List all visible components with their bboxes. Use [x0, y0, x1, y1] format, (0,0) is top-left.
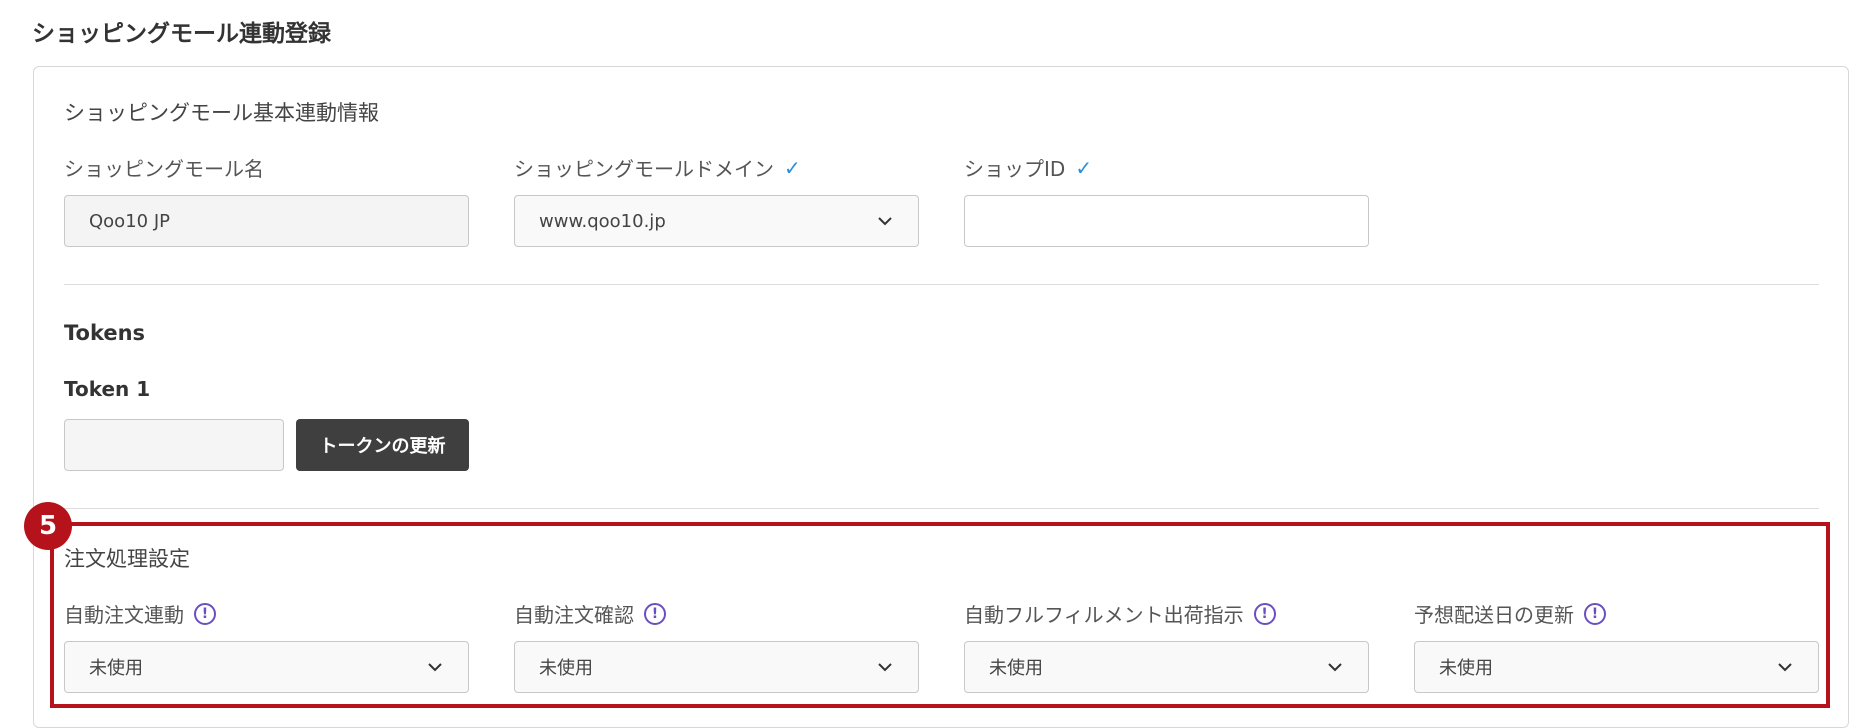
shop-id-input[interactable]	[964, 195, 1369, 247]
check-icon: ✓	[784, 155, 801, 180]
shop-id-label-text: ショップID	[964, 157, 1066, 181]
check-icon: ✓	[1075, 155, 1093, 180]
tokens-section-title: Tokens	[64, 321, 146, 345]
step-badge: 5	[24, 502, 72, 550]
divider	[64, 508, 1819, 509]
token1-label: Token 1	[64, 377, 150, 401]
token1-input[interactable]	[64, 419, 284, 471]
shop-id-label: ショップID ✓	[964, 153, 1092, 182]
domain-select[interactable]: www.qoo10.jp	[514, 195, 919, 247]
chevron-down-icon	[878, 217, 892, 226]
mall-name-label: ショッピングモール名	[64, 153, 264, 182]
highlight-frame	[50, 522, 1830, 708]
basic-section-title: ショッピングモール基本連動情報	[64, 101, 379, 125]
mall-name-value: Qoo10 JP	[89, 210, 170, 232]
refresh-token-button[interactable]: トークンの更新	[296, 419, 469, 471]
domain-label: ショッピングモールドメイン ✓	[514, 153, 801, 182]
domain-label-text: ショッピングモールドメイン	[514, 157, 774, 181]
mall-name-field: Qoo10 JP	[64, 195, 469, 247]
domain-value: www.qoo10.jp	[539, 210, 666, 232]
token1-label-text: Token 1	[64, 377, 151, 401]
divider	[64, 284, 1819, 285]
page-title: ショッピングモール連動登録	[32, 21, 331, 47]
mall-name-label-text: ショッピングモール名	[64, 157, 264, 181]
